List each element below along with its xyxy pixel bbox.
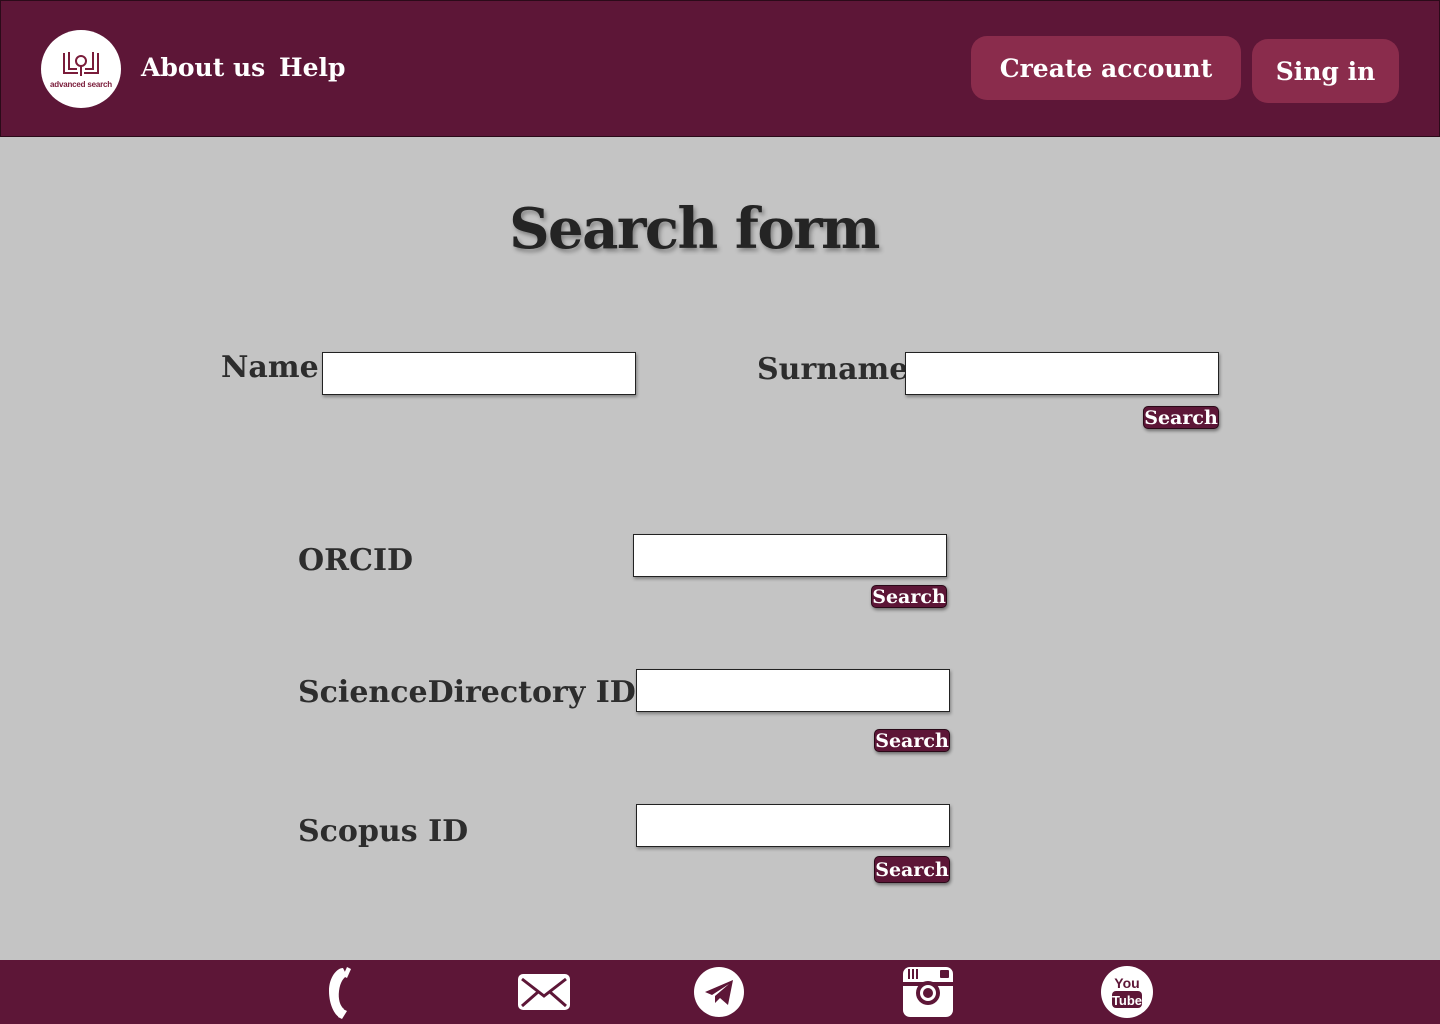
sciencedirectory-input[interactable] [636, 669, 950, 712]
phone-icon[interactable] [310, 965, 364, 1019]
page-title: Search form [509, 196, 880, 262]
svg-text:You: You [1114, 975, 1139, 991]
footer: You Tube [0, 960, 1440, 1024]
svg-text:Tube: Tube [1112, 993, 1142, 1008]
header: advanced search About us Help Create acc… [0, 0, 1440, 137]
sciencedirectory-label: ScienceDirectory ID [298, 675, 636, 710]
name-search-button[interactable]: Search [1143, 406, 1219, 429]
sign-in-button[interactable]: Sing in [1252, 39, 1399, 103]
telegram-icon[interactable] [692, 965, 746, 1019]
name-input[interactable] [322, 352, 636, 395]
instagram-icon[interactable] [901, 965, 955, 1019]
youtube-icon[interactable]: You Tube [1100, 965, 1154, 1019]
name-label: Name [221, 350, 319, 385]
nav-help[interactable]: Help [279, 53, 346, 82]
orcid-label: ORCID [298, 543, 413, 578]
nav-about-us[interactable]: About us [141, 53, 265, 82]
scopus-search-button[interactable]: Search [874, 856, 950, 883]
orcid-input[interactable] [633, 534, 947, 577]
logo[interactable]: advanced search [41, 30, 121, 108]
scopus-input[interactable] [636, 804, 950, 847]
surname-label: Surname [757, 352, 909, 387]
orcid-search-button[interactable]: Search [871, 585, 947, 608]
book-search-icon [63, 52, 99, 76]
create-account-button[interactable]: Create account [971, 36, 1241, 100]
scopus-label: Scopus ID [298, 814, 469, 849]
surname-input[interactable] [905, 352, 1219, 395]
logo-text: advanced search [50, 80, 112, 89]
mail-icon[interactable] [517, 965, 571, 1019]
sciencedirectory-search-button[interactable]: Search [874, 729, 950, 752]
